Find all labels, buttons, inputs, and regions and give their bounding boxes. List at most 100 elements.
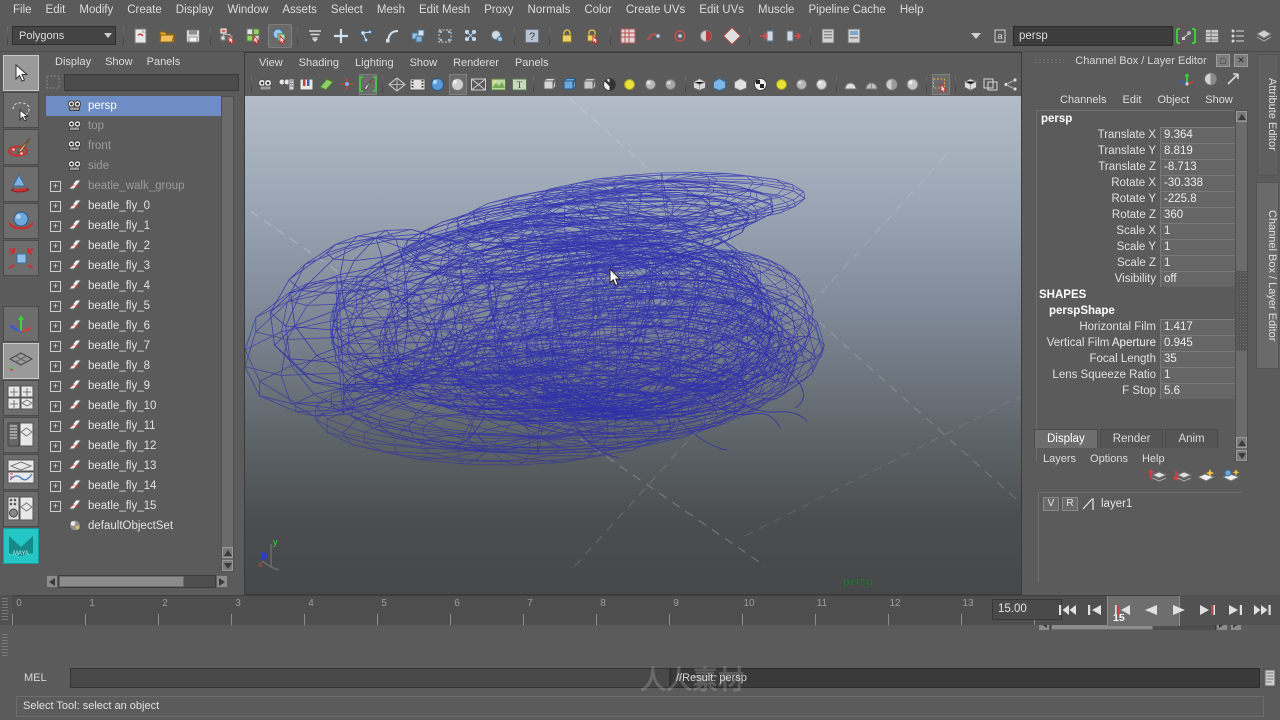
hypershade-persp-layout[interactable] xyxy=(3,491,39,527)
channel-row-visibility[interactable]: Visibility off xyxy=(1037,271,1246,287)
layer-menu-layers[interactable]: Layers xyxy=(1036,452,1083,466)
go-to-end-icon[interactable] xyxy=(1250,598,1276,621)
dome-light-icon[interactable] xyxy=(842,74,860,95)
outliner-item-beatle_fly_11[interactable]: + beatle_fly_11 xyxy=(46,416,228,436)
last-tool[interactable] xyxy=(3,306,39,342)
expand-toggle-icon[interactable]: + xyxy=(50,200,61,212)
outliner-item-beatle_fly_2[interactable]: + beatle_fly_2 xyxy=(46,236,228,256)
channel-box-scrollbar[interactable] xyxy=(1235,110,1248,462)
outliner-item-beatle_fly_6[interactable]: + beatle_fly_6 xyxy=(46,316,228,336)
menu-create[interactable]: Create xyxy=(120,2,169,18)
outliner-item-beatle_fly_7[interactable]: + beatle_fly_7 xyxy=(46,336,228,356)
menu-select[interactable]: Select xyxy=(324,2,370,18)
layer-color-swatch[interactable] xyxy=(1081,497,1095,511)
rotate-tool[interactable] xyxy=(3,203,39,239)
select-camera-icon[interactable] xyxy=(257,74,275,95)
menu-normals[interactable]: Normals xyxy=(521,2,578,18)
expand-toggle-icon[interactable]: + xyxy=(50,180,61,192)
channel-value[interactable]: -8.713 xyxy=(1160,159,1246,175)
step-back-keyframe-icon[interactable] xyxy=(1082,598,1108,621)
paint-select-tool[interactable] xyxy=(3,129,39,165)
film-gate-icon[interactable] xyxy=(408,74,426,95)
two-d-pan-zoom-icon[interactable] xyxy=(338,74,356,95)
outliner-menu-display[interactable]: Display xyxy=(48,55,98,69)
viewport-menu-renderer[interactable]: Renderer xyxy=(445,56,507,70)
outliner-item-list[interactable]: persp top front side + beatle_walk_group + beat… xyxy=(46,96,228,572)
menu-window[interactable]: Window xyxy=(220,2,275,18)
layer-menu-help[interactable]: Help xyxy=(1135,452,1172,466)
marquee-select-icon[interactable] xyxy=(931,73,951,95)
construction-plane-icon[interactable] xyxy=(433,24,457,48)
layer-reference-toggle[interactable]: R xyxy=(1062,496,1078,511)
wireframe-on-shaded-icon[interactable] xyxy=(469,74,487,95)
channel-box-menu-object[interactable]: Object xyxy=(1149,93,1197,107)
show-manipulator-icon[interactable] xyxy=(1174,24,1198,48)
menu-edit-uvs[interactable]: Edit UVs xyxy=(692,2,751,18)
channel-row-scale-y[interactable]: Scale Y 1 xyxy=(1037,239,1246,255)
menu-muscle[interactable]: Muscle xyxy=(751,2,801,18)
object-mode-icon[interactable] xyxy=(961,74,979,95)
expand-toggle-icon[interactable]: + xyxy=(50,260,61,272)
channel-value[interactable]: 5.6 xyxy=(1160,383,1246,399)
expand-toggle-icon[interactable]: + xyxy=(50,400,61,412)
ipr-render-icon[interactable] xyxy=(642,24,666,48)
expand-toggle-icon[interactable]: + xyxy=(50,300,61,312)
display-layer-list[interactable]: V Rlayer1 xyxy=(1038,492,1242,582)
outliner-item-beatle_fly_0[interactable]: + beatle_fly_0 xyxy=(46,196,228,216)
expand-toggle-icon[interactable]: + xyxy=(50,240,61,252)
scroll-left-button[interactable] xyxy=(46,575,58,588)
channel-box-menu-edit[interactable]: Edit xyxy=(1114,93,1149,107)
panel-grip-right[interactable] xyxy=(1178,58,1208,64)
select-by-hierarchy-icon[interactable] xyxy=(216,24,240,48)
outliner-filter-input[interactable] xyxy=(64,74,239,91)
output-connections-icon[interactable] xyxy=(781,24,805,48)
xray-joints-icon[interactable] xyxy=(711,74,729,95)
menu-edit-mesh[interactable]: Edit Mesh xyxy=(412,2,477,18)
layer-tab-render[interactable]: Render xyxy=(1099,429,1164,448)
scroll-right-button[interactable] xyxy=(216,575,228,588)
channel-box-toggle-icon[interactable] xyxy=(1200,24,1224,48)
manipulator-axis-icon[interactable] xyxy=(1179,71,1196,90)
outliner-item-defaultObjectSet[interactable]: defaultObjectSet xyxy=(46,516,228,536)
show-sidebar-icon[interactable] xyxy=(816,24,840,48)
channel-value[interactable]: 1 xyxy=(1160,255,1246,271)
select-tool[interactable] xyxy=(3,55,39,91)
channel-value[interactable]: 35 xyxy=(1160,351,1246,367)
scroll-down-button[interactable] xyxy=(222,560,233,571)
grease-pencil-icon[interactable] xyxy=(358,73,377,95)
panel-grip[interactable] xyxy=(1034,58,1064,64)
outliner-item-beatle_fly_12[interactable]: + beatle_fly_12 xyxy=(46,436,228,456)
quick-select-field-icon[interactable]: a xyxy=(988,24,1012,48)
expand-toggle-icon[interactable]: + xyxy=(50,380,61,392)
channel-value[interactable]: 1 xyxy=(1160,239,1246,255)
layer-name[interactable]: layer1 xyxy=(1101,498,1132,510)
layer-visibility-toggle[interactable]: V xyxy=(1043,496,1059,511)
viewport-menu-lighting[interactable]: Lighting xyxy=(347,56,402,70)
outliner-item-beatle_fly_9[interactable]: + beatle_fly_9 xyxy=(46,376,228,396)
expand-toggle-icon[interactable]: + xyxy=(50,500,61,512)
expand-toggle-icon[interactable]: + xyxy=(50,340,61,352)
channel-row-horizontal-film-aperture[interactable]: Horizontal Film Aperture 1.417 xyxy=(1037,319,1246,349)
outliner-horizontal-scrollbar[interactable] xyxy=(46,575,228,588)
snap-curve-icon[interactable] xyxy=(355,24,379,48)
checker-texture-icon[interactable] xyxy=(751,74,769,95)
expand-toggle-icon[interactable]: + xyxy=(50,420,61,432)
bookmark-icon[interactable] xyxy=(297,74,315,95)
render-current-frame-icon[interactable] xyxy=(616,24,640,48)
channel-row-focal-length[interactable]: Focal Length 35 xyxy=(1037,351,1246,367)
smooth-shade-all-icon[interactable] xyxy=(428,74,446,95)
channel-value[interactable]: 1 xyxy=(1160,367,1246,383)
channel-value[interactable]: 8.819 xyxy=(1160,143,1246,159)
expand-toggle-icon[interactable]: + xyxy=(50,460,61,472)
channel-value[interactable]: -30.338 xyxy=(1160,175,1246,191)
command-language-label[interactable]: MEL xyxy=(24,672,47,684)
layer-editor-toggle-icon[interactable] xyxy=(1252,24,1276,48)
move-layer-down-icon[interactable] xyxy=(1172,468,1193,488)
scale-tool[interactable] xyxy=(3,240,39,276)
selection-mask-icon[interactable] xyxy=(303,24,327,48)
help-icon[interactable]: ? xyxy=(520,24,544,48)
channel-row-rotate-x[interactable]: Rotate X -30.338 xyxy=(1037,175,1246,191)
outliner-item-beatle_fly_3[interactable]: + beatle_fly_3 xyxy=(46,256,228,276)
hardware-texture-icon[interactable] xyxy=(490,74,508,95)
expand-toggle-icon[interactable]: + xyxy=(50,440,61,452)
